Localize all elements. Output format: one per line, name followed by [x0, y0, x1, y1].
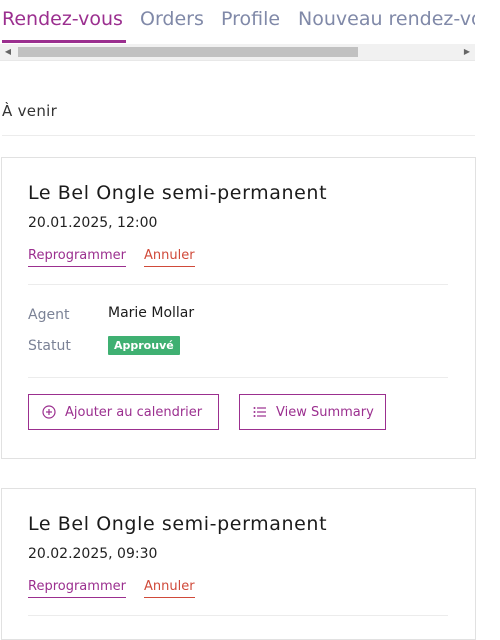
section-title-upcoming: À venir: [2, 102, 58, 120]
scrollbar-thumb[interactable]: [18, 47, 358, 57]
tabs-strip: Rendez-vous Orders Profile Nouveau rende…: [0, 0, 475, 44]
scroll-right-arrow-icon[interactable]: ▶: [459, 44, 475, 60]
plus-circle-icon: [41, 404, 57, 420]
tab-rendez-vous[interactable]: Rendez-vous: [2, 6, 123, 32]
appointment-card: Le Bel Ongle semi-permanent 20.02.2025, …: [1, 488, 476, 640]
active-tab-indicator: [2, 40, 126, 43]
tab-bar: Rendez-vous Orders Profile Nouveau rende…: [0, 0, 475, 62]
cancel-link[interactable]: Annuler: [144, 579, 195, 598]
card-divider: [28, 377, 448, 378]
card-divider: [28, 615, 448, 616]
appointment-card: Le Bel Ongle semi-permanent 20.01.2025, …: [1, 157, 476, 459]
card-divider: [28, 284, 448, 285]
scroll-left-arrow-icon[interactable]: ◀: [0, 44, 16, 60]
horizontal-scrollbar[interactable]: ◀ ▶: [0, 44, 475, 61]
agent-name: Marie Mollar: [108, 305, 195, 321]
status-label: Statut: [28, 338, 71, 354]
cancel-link[interactable]: Annuler: [144, 248, 195, 267]
list-icon: [252, 404, 268, 420]
add-to-calendar-label: Ajouter au calendrier: [65, 404, 203, 420]
tab-orders[interactable]: Orders: [140, 6, 204, 32]
agent-label: Agent: [28, 307, 70, 323]
tab-nouveau-rendez-vous[interactable]: Nouveau rendez-vous: [298, 6, 475, 32]
view-summary-label: View Summary: [276, 404, 374, 420]
add-to-calendar-button[interactable]: Ajouter au calendrier: [28, 394, 219, 430]
reschedule-link[interactable]: Reprogrammer: [28, 248, 126, 267]
view-summary-button[interactable]: View Summary: [239, 394, 386, 430]
section-divider: [2, 135, 475, 136]
appointment-datetime: 20.02.2025, 09:30: [28, 546, 158, 562]
appointment-title: Le Bel Ongle semi-permanent: [28, 182, 328, 204]
reschedule-link[interactable]: Reprogrammer: [28, 579, 126, 598]
appointment-title: Le Bel Ongle semi-permanent: [28, 513, 328, 535]
status-badge: Approuvé: [108, 336, 180, 355]
appointment-datetime: 20.01.2025, 12:00: [28, 215, 158, 231]
tab-profile[interactable]: Profile: [221, 6, 280, 32]
